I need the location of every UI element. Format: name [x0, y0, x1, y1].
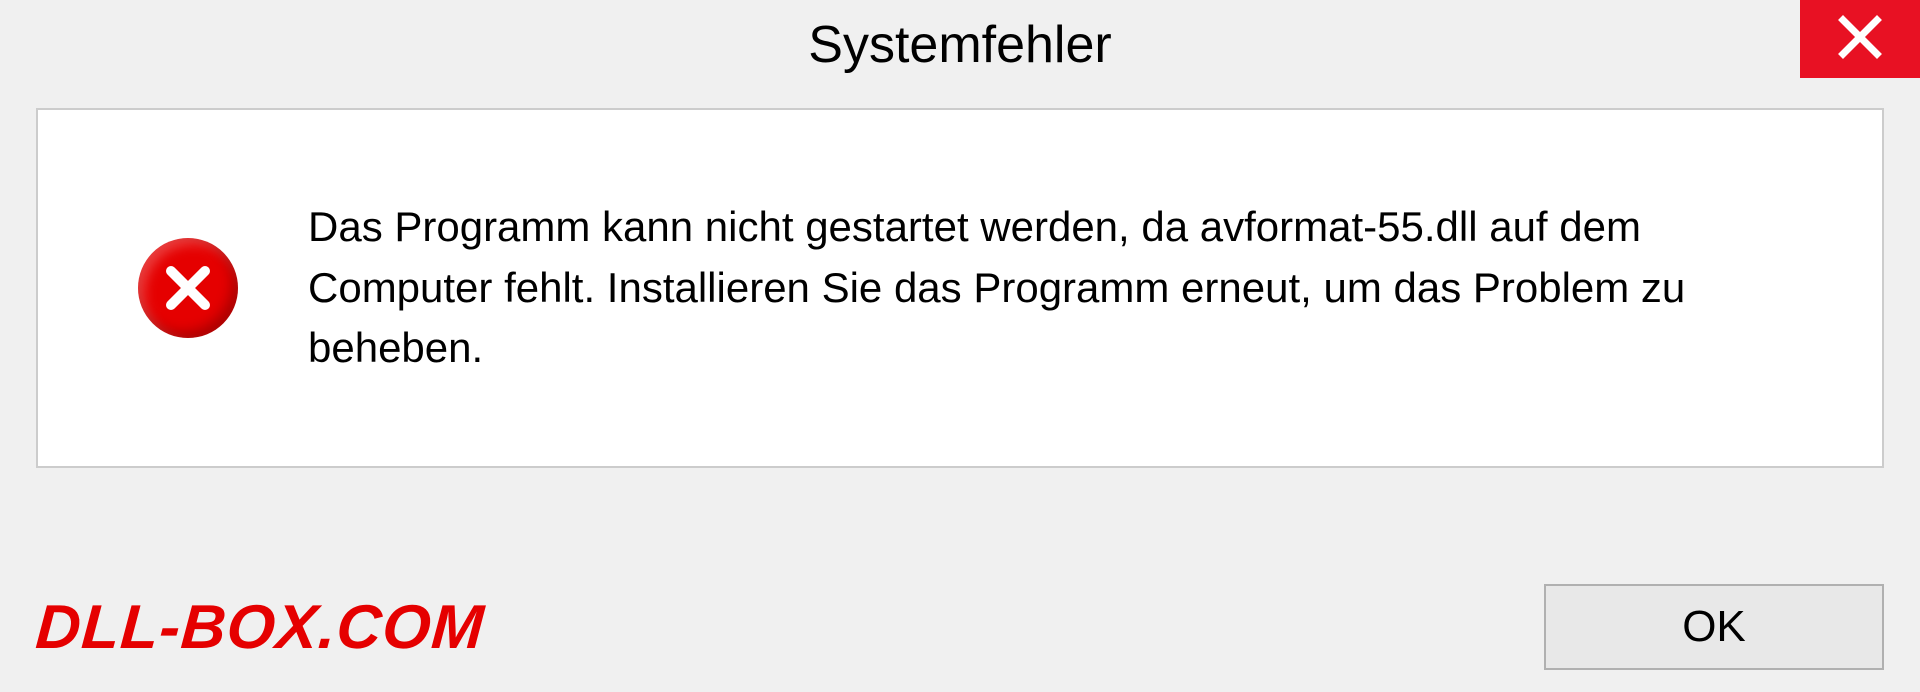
- footer: DLL-BOX.COM OK: [0, 584, 1920, 670]
- error-icon: [138, 238, 238, 338]
- dialog-title: Systemfehler: [808, 15, 1111, 75]
- close-icon: [1837, 14, 1883, 65]
- watermark-text: DLL-BOX.COM: [34, 592, 487, 663]
- error-message: Das Programm kann nicht gestartet werden…: [308, 197, 1808, 380]
- ok-button[interactable]: OK: [1544, 584, 1884, 670]
- titlebar: Systemfehler: [0, 0, 1920, 90]
- content-panel: Das Programm kann nicht gestartet werden…: [36, 108, 1884, 468]
- close-button[interactable]: [1800, 0, 1920, 78]
